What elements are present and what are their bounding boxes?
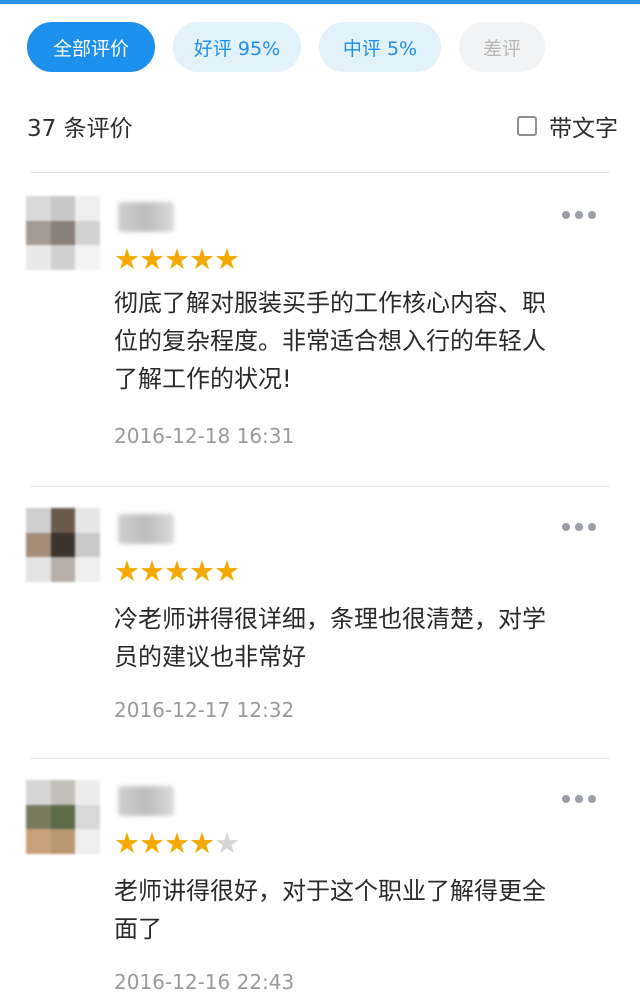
avatar[interactable]: [26, 780, 100, 854]
filter-positive-button[interactable]: 好评 95%: [173, 22, 301, 72]
star-icon: ★: [214, 242, 240, 276]
more-horizontal-icon[interactable]: [562, 522, 596, 532]
username-blurred: [118, 202, 174, 232]
review-date: 2016-12-17 12:32: [114, 698, 295, 722]
star-icon: ★: [139, 554, 165, 588]
star-icon: ★: [164, 242, 190, 276]
star-icon: ★: [189, 554, 215, 588]
filter-negative-button[interactable]: 差评: [459, 22, 545, 72]
more-horizontal-icon[interactable]: [562, 210, 596, 220]
review-count: 37 条评价: [27, 116, 133, 142]
star-icon: ★: [214, 554, 240, 588]
text-only-label: 带文字: [549, 116, 618, 142]
filter-bar: 全部评价 好评 95% 中评 5% 差评: [27, 22, 545, 72]
star-icon: ★: [189, 242, 215, 276]
rating-stars: ★★★★★: [114, 826, 240, 860]
avatar[interactable]: [26, 196, 100, 270]
divider: [30, 172, 610, 173]
top-accent-bar: [0, 0, 640, 4]
review-text: 冷老师讲得很详细，条理也很清楚，对学员的建议也非常好: [114, 605, 546, 671]
filter-all-button[interactable]: 全部评价: [27, 22, 155, 72]
review-text: 彻底了解对服装买手的工作核心内容、职位的复杂程度。非常适合想入行的年轻人了解工作…: [114, 289, 546, 393]
rating-stars: ★★★★★: [114, 554, 240, 588]
star-icon: ★: [189, 826, 215, 860]
rating-stars: ★★★★★: [114, 242, 240, 276]
username-blurred: [118, 514, 174, 544]
more-horizontal-icon[interactable]: [562, 794, 596, 804]
username-blurred: [118, 786, 174, 816]
star-icon: ★: [214, 826, 240, 860]
star-icon: ★: [164, 554, 190, 588]
text-only-toggle[interactable]: 带文字: [517, 109, 618, 143]
divider: [30, 486, 610, 487]
summary-row: 37 条评价 带文字: [27, 108, 618, 144]
star-icon: ★: [164, 826, 190, 860]
checkbox-icon[interactable]: [517, 116, 537, 136]
star-icon: ★: [139, 242, 165, 276]
star-icon: ★: [139, 826, 165, 860]
star-icon: ★: [114, 554, 140, 588]
divider: [30, 758, 610, 759]
review-text: 老师讲得很好，对于这个职业了解得更全面了: [114, 877, 546, 943]
filter-neutral-button[interactable]: 中评 5%: [319, 22, 441, 72]
review-date: 2016-12-16 22:43: [114, 970, 295, 994]
review-date: 2016-12-18 16:31: [114, 424, 295, 448]
avatar[interactable]: [26, 508, 100, 582]
star-icon: ★: [114, 242, 140, 276]
star-icon: ★: [114, 826, 140, 860]
